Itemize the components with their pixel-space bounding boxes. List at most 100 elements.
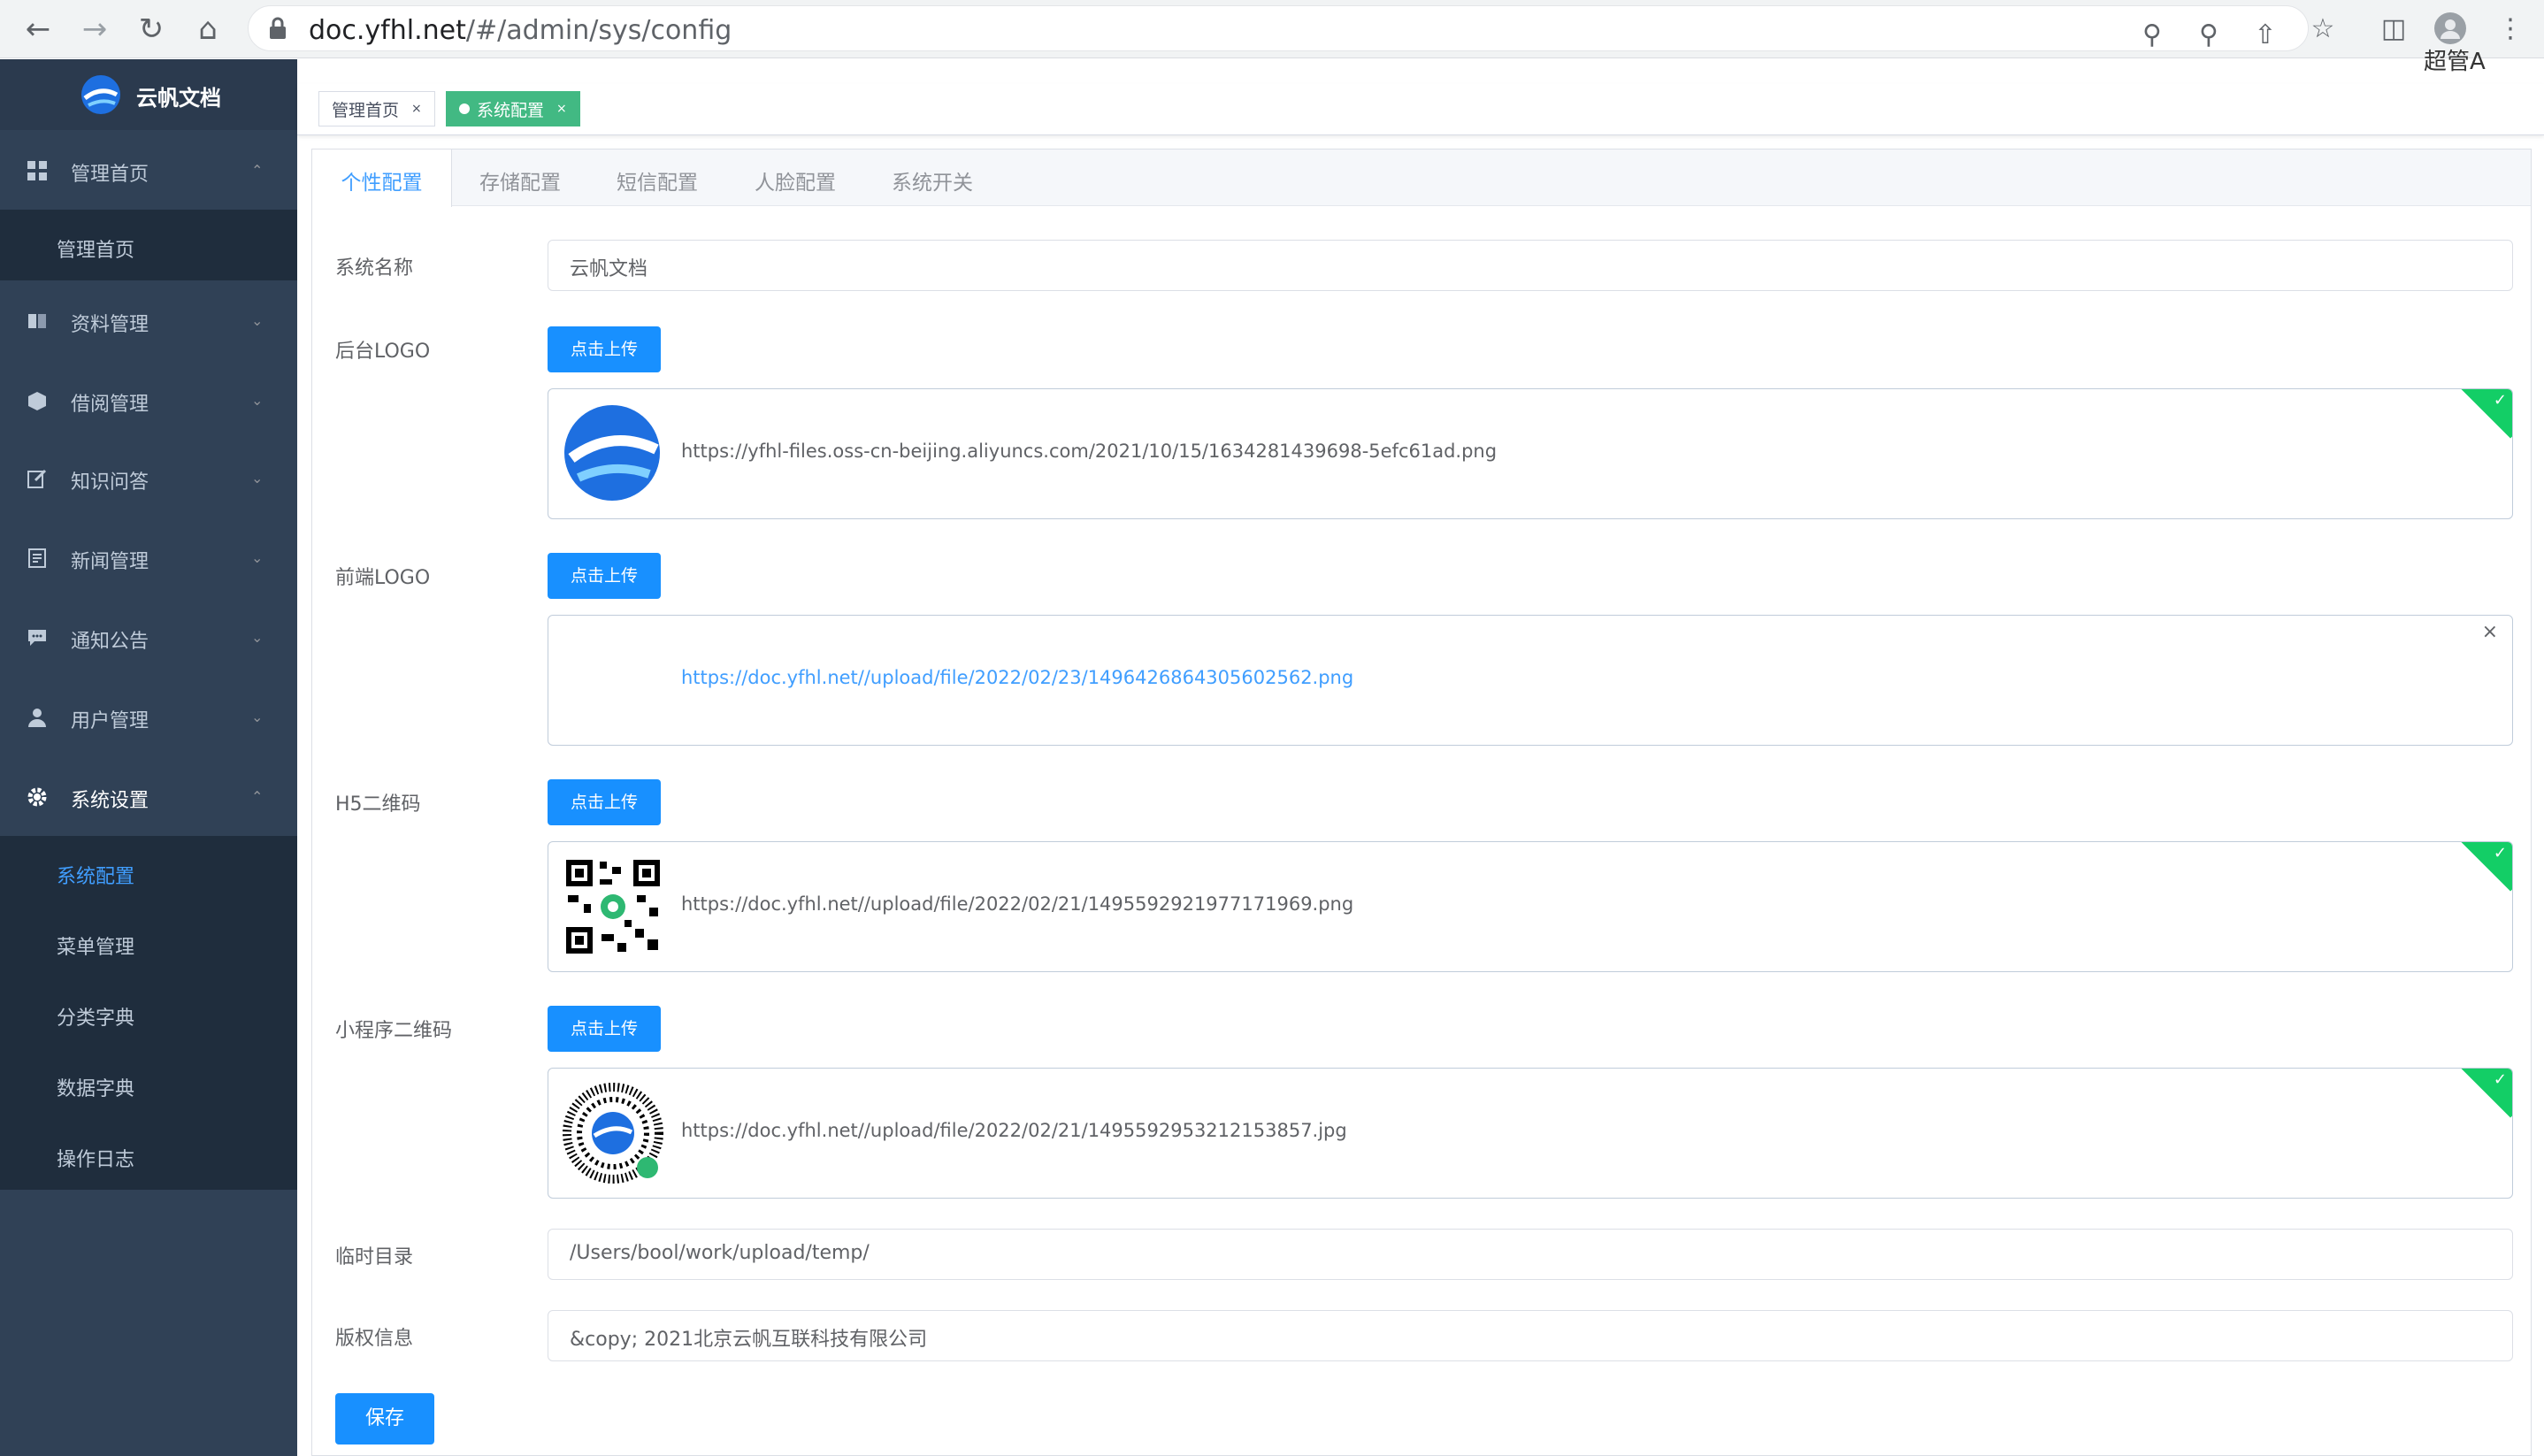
temp-dir-input[interactable]: /Users/bool/work/upload/temp/ — [548, 1229, 2513, 1280]
home-icon[interactable]: ⌂ — [189, 11, 226, 48]
forward-icon[interactable]: → — [76, 11, 113, 48]
sidebar: 云帆文档 管理首页 ⌃ 管理首页 资料管理 ⌄ 借阅管理 ⌄ 知识问答 ⌄ 新闻… — [0, 59, 297, 1456]
sidebar-subitem-dict[interactable]: 数据字典 — [0, 1048, 297, 1119]
user-name[interactable]: 超管A — [2424, 43, 2486, 76]
chevron-up-icon: ⌃ — [251, 162, 264, 179]
url-host: doc.yfhl.net — [309, 15, 466, 46]
close-icon[interactable]: × — [2482, 621, 2498, 643]
chevron-down-icon: ⌄ — [251, 312, 264, 329]
mini-qr-filename[interactable]: https://doc.yfhl.net//upload/file/2022/0… — [681, 1120, 1347, 1141]
sidebar-subitem-label: 数据字典 — [57, 1078, 135, 1100]
sidebar-item-qa[interactable]: 知识问答 ⌄ — [0, 438, 297, 517]
backend-logo-upload-button[interactable]: 点击上传 — [548, 326, 661, 372]
tag-config[interactable]: 系统配置 × — [446, 91, 580, 126]
book-icon — [28, 314, 46, 328]
sidebar-subitem-label: 系统配置 — [57, 866, 135, 888]
miniprogram-code-thumbnail — [563, 1083, 663, 1184]
chevron-down-icon: ⌄ — [251, 549, 264, 566]
message-icon — [28, 630, 46, 646]
sidepanel-icon[interactable]: ◫ — [2374, 9, 2413, 48]
sidebar-item-label: 管理首页 — [71, 164, 149, 186]
check-icon: ✓ — [2493, 844, 2507, 862]
back-icon[interactable]: ← — [19, 11, 57, 48]
brand-logo-icon — [81, 75, 120, 114]
reload-icon[interactable]: ↻ — [133, 11, 170, 48]
logo-thumbnail — [564, 405, 660, 501]
brand-name: 云帆文档 — [136, 86, 221, 111]
h5-qr-filename[interactable]: https://doc.yfhl.net//upload/file/2022/0… — [681, 893, 1353, 915]
sidebar-item-borrow[interactable]: 借阅管理 ⌄ — [0, 360, 297, 440]
sidebar-item-label: 资料管理 — [71, 314, 149, 336]
chevron-down-icon: ⌄ — [251, 392, 264, 409]
check-icon: ✓ — [2493, 1070, 2507, 1089]
sidebar-item-news[interactable]: 新闻管理 ⌄ — [0, 517, 297, 597]
sidebar-subitem-home[interactable]: 管理首页 — [0, 210, 297, 280]
site-name-label: 系统名称 — [335, 257, 414, 280]
close-icon[interactable]: × — [556, 102, 567, 116]
close-icon[interactable]: × — [411, 102, 422, 116]
key-icon[interactable]: ⚲ — [2133, 15, 2172, 54]
backend-logo-filename[interactable]: https://yfhl-files.oss-cn-beijing.aliyun… — [681, 441, 1497, 462]
sidebar-item-users[interactable]: 用户管理 ⌄ — [0, 677, 297, 756]
tabs-header: 个性配置 存储配置 短信配置 人脸配置 系统开关 — [312, 149, 2531, 207]
h5-qr-label: H5二维码 — [335, 793, 421, 816]
zoom-icon[interactable]: ⚲ — [2189, 15, 2228, 54]
chevron-down-icon: ⌄ — [251, 709, 264, 725]
copyright-input[interactable]: &copy; 2021北京云帆互联科技有限公司 — [548, 1310, 2513, 1361]
save-button[interactable]: 保存 — [335, 1393, 434, 1445]
mini-qr-upload-button[interactable]: 点击上传 — [548, 1006, 661, 1052]
active-dot-icon — [459, 103, 470, 114]
navbar: 超管A — [297, 49, 2544, 84]
news-icon — [28, 548, 46, 568]
sidebar-subitem-menu[interactable]: 菜单管理 — [0, 907, 297, 977]
lock-icon — [270, 17, 286, 39]
edit-icon — [27, 469, 47, 488]
tab-storage[interactable]: 存储配置 — [452, 149, 588, 206]
h5-qr-upload-button[interactable]: 点击上传 — [548, 779, 661, 825]
url-path: /#/admin/sys/config — [465, 15, 732, 46]
sidebar-subitem-config[interactable]: 系统配置 — [0, 836, 297, 907]
profile-icon[interactable] — [2431, 9, 2470, 48]
site-name-input[interactable]: 云帆文档 — [548, 240, 2513, 291]
backend-logo-label: 后台LOGO — [335, 341, 431, 363]
tab-switch[interactable]: 系统开关 — [864, 149, 1000, 206]
sidebar-subitem-label: 管理首页 — [57, 240, 135, 262]
tag-home[interactable]: 管理首页 × — [318, 91, 435, 126]
tab-face[interactable]: 人脸配置 — [726, 149, 864, 206]
sidebar-item-notices[interactable]: 通知公告 ⌄ — [0, 597, 297, 677]
user-icon — [28, 709, 46, 727]
sidebar-item-label: 借阅管理 — [71, 394, 149, 416]
share-icon[interactable]: ⇧ — [2246, 15, 2285, 54]
url-text: doc.yfhl.net/#/admin/sys/config — [309, 15, 732, 46]
mini-qr-file[interactable]: https://doc.yfhl.net//upload/file/2022/0… — [548, 1068, 2513, 1199]
front-logo-file[interactable]: https://doc.yfhl.net//upload/file/2022/0… — [548, 615, 2513, 746]
site-name-value: 云帆文档 — [570, 258, 648, 280]
tag-label: 管理首页 — [332, 100, 400, 120]
config-card: 个性配置 存储配置 短信配置 人脸配置 系统开关 系统名称 云帆文档 后台LOG… — [311, 149, 2532, 1456]
gear-icon — [27, 787, 47, 807]
sidebar-item-label: 系统设置 — [71, 790, 149, 812]
sidebar-item-documents[interactable]: 资料管理 ⌄ — [0, 280, 297, 360]
sidebar-subitem-label: 菜单管理 — [57, 937, 135, 959]
sidebar-subitem-log[interactable]: 操作日志 — [0, 1119, 297, 1190]
star-icon[interactable]: ☆ — [2303, 9, 2342, 48]
backend-logo-file[interactable]: https://yfhl-files.oss-cn-beijing.aliyun… — [548, 388, 2513, 519]
front-logo-filename[interactable]: https://doc.yfhl.net//upload/file/2022/0… — [681, 667, 1353, 688]
tab-sms[interactable]: 短信配置 — [588, 149, 726, 206]
menu-dots-icon[interactable]: ⋮ — [2491, 9, 2530, 48]
chevron-up-icon: ⌃ — [251, 788, 264, 805]
tab-personal[interactable]: 个性配置 — [312, 149, 452, 207]
h5-qr-file[interactable]: https://doc.yfhl.net//upload/file/2022/0… — [548, 841, 2513, 972]
temp-dir-value: /Users/bool/work/upload/temp/ — [570, 1242, 870, 1264]
sidebar-item-settings[interactable]: 系统设置 ⌃ — [0, 756, 297, 836]
tag-label: 系统配置 — [477, 100, 545, 120]
address-bar[interactable]: doc.yfhl.net/#/admin/sys/config ⚲ ⚲ ⇧ — [248, 5, 2309, 51]
sidebar-item-label: 新闻管理 — [71, 551, 149, 573]
dashboard-icon — [27, 161, 47, 180]
tags-view: 管理首页 × 系统配置 × — [297, 84, 2544, 135]
sidebar-item-dashboard[interactable]: 管理首页 ⌃ — [0, 130, 297, 210]
brand[interactable]: 云帆文档 — [0, 59, 297, 130]
sidebar-subitem-category[interactable]: 分类字典 — [0, 977, 297, 1048]
front-logo-upload-button[interactable]: 点击上传 — [548, 553, 661, 599]
chevron-down-icon: ⌄ — [251, 629, 264, 646]
